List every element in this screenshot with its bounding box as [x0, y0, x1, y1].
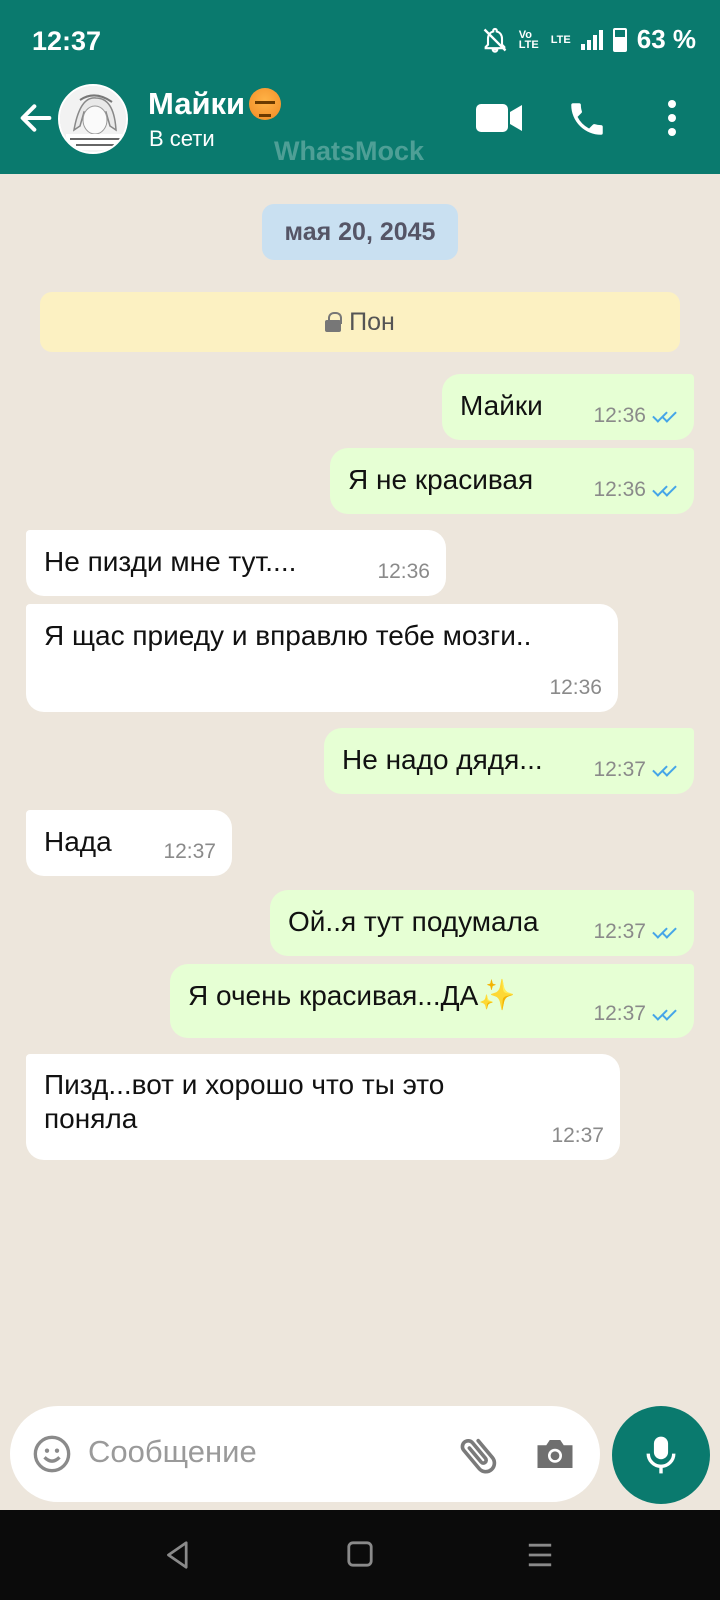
- watermark: WhatsMock: [274, 136, 425, 166]
- mute-notifications-icon: [483, 27, 507, 53]
- chat-area[interactable]: мая 20, 2045 Пон Майки 12:36 Я не красив…: [0, 174, 720, 1510]
- message-text: Я очень красивая...ДА: [188, 979, 479, 1011]
- message-text: Не пизди мне тут....: [44, 545, 297, 577]
- angry-face-icon: [249, 88, 282, 120]
- microphone-icon: [646, 1436, 676, 1474]
- avatar[interactable]: [58, 84, 128, 154]
- more-vert-icon[interactable]: [666, 98, 678, 138]
- signal-icon: [580, 29, 603, 50]
- nav-back-icon[interactable]: [164, 1540, 192, 1570]
- nav-home-icon[interactable]: [346, 1540, 374, 1568]
- message-incoming[interactable]: Нада 12:37: [26, 810, 232, 876]
- status-time: 12:37: [32, 26, 102, 56]
- sparkles-icon: ✨: [478, 979, 516, 1013]
- message-input-bar[interactable]: Сообщение: [10, 1406, 600, 1502]
- message-time: 12:37: [593, 920, 646, 943]
- message-time: 12:37: [593, 1002, 646, 1025]
- contact-status: В сети: [149, 126, 215, 151]
- message-time: 12:36: [549, 676, 602, 699]
- attach-icon[interactable]: [456, 1432, 502, 1478]
- date-divider: мая 20, 2045: [262, 204, 458, 260]
- message-time: 12:36: [377, 560, 430, 583]
- read-ticks-icon: [652, 482, 678, 498]
- message-input[interactable]: Сообщение: [88, 1434, 257, 1470]
- message-time: 12:37: [551, 1124, 604, 1147]
- message-text: Ой..я тут подумала: [288, 905, 539, 937]
- battery-percent: 63 %: [636, 24, 696, 54]
- message-outgoing[interactable]: Я очень красивая...ДА✨ 12:37: [170, 964, 694, 1038]
- voice-record-button[interactable]: [612, 1406, 710, 1504]
- message-incoming[interactable]: Я щас приеду и вправлю тебе мозги.. 12:3…: [26, 604, 618, 712]
- nav-recents-icon[interactable]: [526, 1542, 554, 1568]
- system-nav-bar: [0, 1510, 720, 1600]
- status-bar: 12:37 Vo LTE LTE 63 %: [0, 0, 720, 80]
- camera-icon[interactable]: [534, 1436, 576, 1472]
- notice-text: Пон: [349, 307, 395, 336]
- message-time: 12:36: [593, 478, 646, 501]
- read-ticks-icon: [652, 408, 678, 424]
- message-incoming[interactable]: Пизд...вот и хорошо что ты это поняла 12…: [26, 1054, 620, 1160]
- message-outgoing[interactable]: Майки 12:36: [442, 374, 694, 440]
- network-type: LTE: [550, 33, 571, 46]
- message-text-line2: поняла: [44, 1103, 138, 1134]
- message-text: Не надо дядя...: [342, 743, 543, 775]
- message-outgoing[interactable]: Я не красивая 12:36: [330, 448, 694, 514]
- message-text: Нада: [44, 825, 112, 857]
- message-text: Майки: [460, 389, 543, 421]
- read-ticks-icon: [652, 762, 678, 778]
- chat-header: Майки В сети WhatsMock: [0, 80, 720, 174]
- video-call-icon[interactable]: [476, 102, 524, 134]
- contact-name[interactable]: Майки: [148, 86, 282, 122]
- message-text-line1: Пизд...вот и хорошо что ты это: [44, 1069, 445, 1100]
- message-outgoing[interactable]: Не надо дядя... 12:37: [324, 728, 694, 794]
- message-time: 12:36: [593, 404, 646, 427]
- message-time: 12:37: [593, 758, 646, 781]
- read-ticks-icon: [652, 1006, 678, 1022]
- message-text: Я щас приеду и вправлю тебе мозги..: [44, 619, 532, 651]
- message-outgoing[interactable]: Ой..я тут подумала 12:37: [270, 890, 694, 956]
- battery-icon: [612, 27, 627, 52]
- status-icons: Vo LTE LTE 63 %: [481, 24, 696, 55]
- emoji-icon[interactable]: [32, 1434, 72, 1474]
- message-text: Я не красивая: [348, 463, 534, 495]
- contact-name-text: Майки: [148, 86, 246, 121]
- volte-label: Vo LTE: [518, 28, 539, 51]
- phone-icon[interactable]: [566, 98, 608, 140]
- back-arrow-icon[interactable]: [16, 98, 56, 138]
- message-time: 12:37: [163, 840, 216, 863]
- encryption-notice[interactable]: Пон: [40, 292, 680, 352]
- message-incoming[interactable]: Не пизди мне тут.... 12:36: [26, 530, 446, 596]
- read-ticks-icon: [652, 924, 678, 940]
- lock-icon: [325, 312, 343, 332]
